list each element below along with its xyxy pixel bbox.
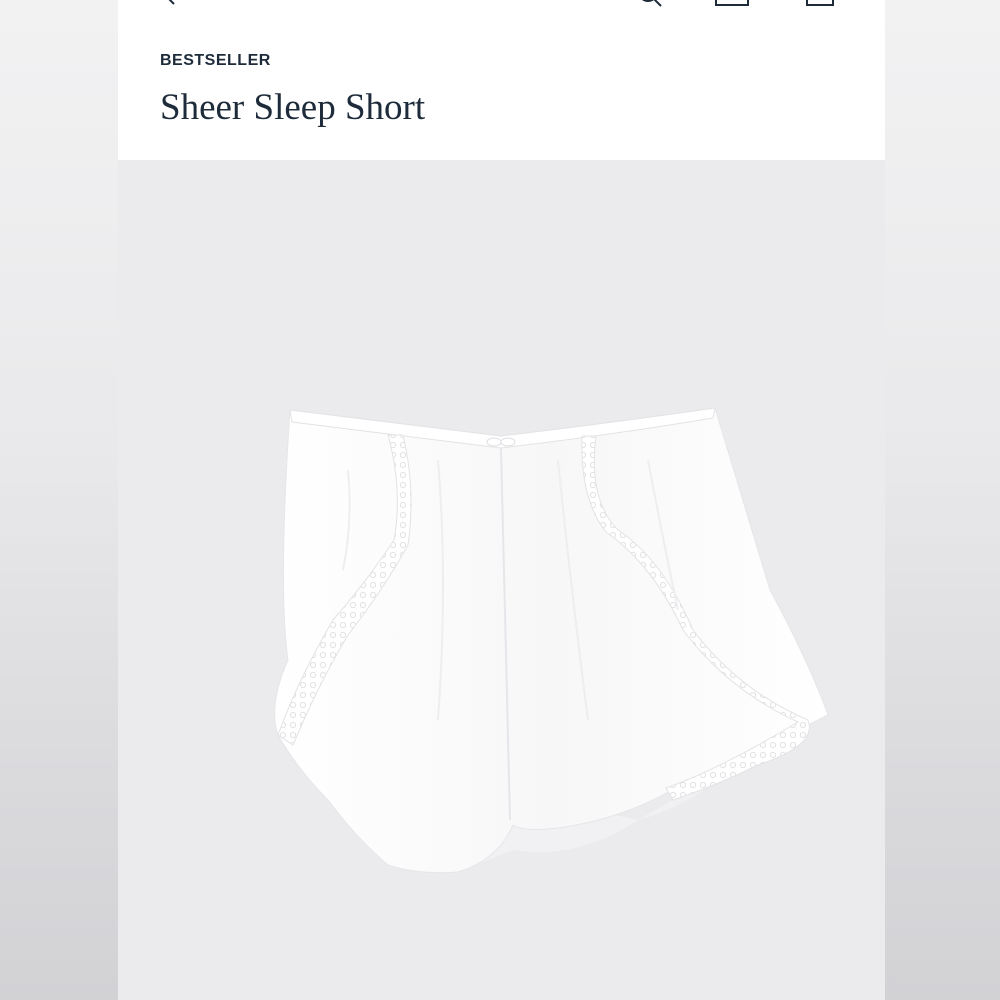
product-page: BESTSELLER Sheer Sleep Short <box>118 0 885 1000</box>
search-icon[interactable] <box>636 0 666 15</box>
sleep-shorts-illustration <box>274 407 829 874</box>
product-image[interactable] <box>118 160 885 1000</box>
shorts-body <box>274 407 829 874</box>
account-icon[interactable] <box>714 0 750 15</box>
product-title: Sheer Sleep Short <box>160 87 426 128</box>
product-header: BESTSELLER Sheer Sleep Short <box>118 0 885 160</box>
background-blur-right <box>885 0 1000 1000</box>
back-chevron-icon[interactable] <box>160 0 180 11</box>
background-blur-left <box>0 0 118 1000</box>
bestseller-badge: BESTSELLER <box>160 52 271 69</box>
top-nav-bar <box>118 0 885 20</box>
shopping-bag-icon[interactable] <box>804 0 836 15</box>
